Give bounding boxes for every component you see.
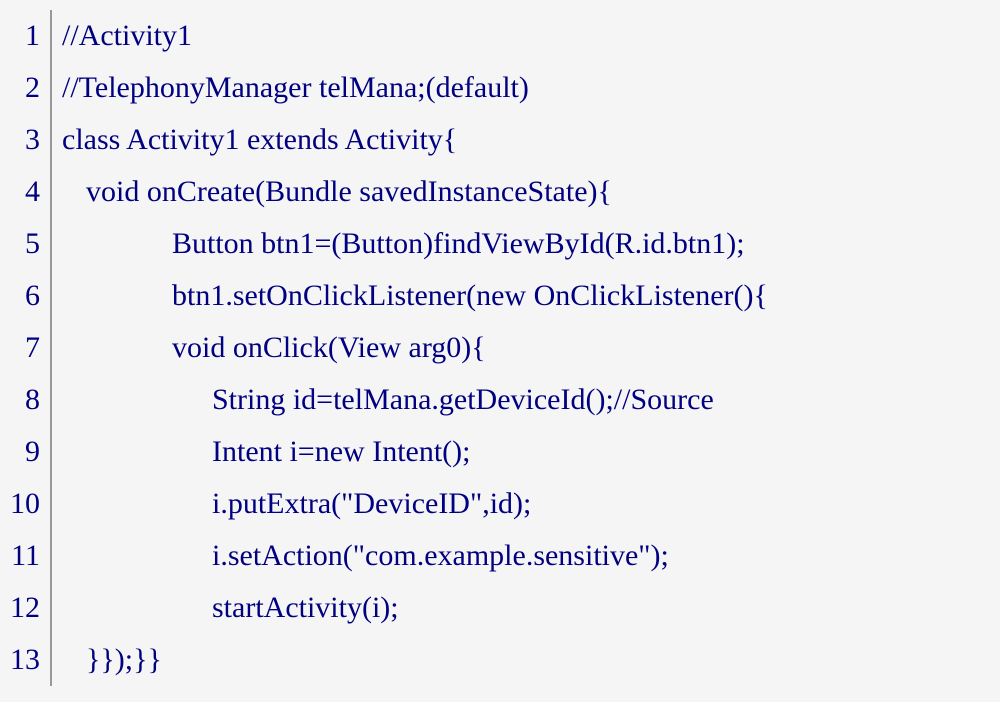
line-number: 7 [25,322,40,374]
code-line: startActivity(i); [62,582,768,634]
line-number: 6 [25,270,40,322]
code-line: Intent i=new Intent(); [62,426,768,478]
line-number: 9 [25,426,40,478]
code-line: //TelephonyManager telMana;(default) [62,62,768,114]
code-line: void onClick(View arg0){ [62,322,768,374]
code-line: Button btn1=(Button)findViewById(R.id.bt… [62,218,768,270]
code-content: //Activity1 //TelephonyManager telMana;(… [52,10,768,686]
code-line: }});}} [62,634,768,686]
line-number: 3 [25,114,40,166]
line-number: 1 [25,10,40,62]
line-numbers-gutter: 1 2 3 4 5 6 7 8 9 10 11 12 13 [10,10,52,686]
line-number: 11 [11,530,40,582]
line-number: 8 [25,374,40,426]
code-line: String id=telMana.getDeviceId();//Source [62,374,768,426]
line-number: 12 [10,582,40,634]
line-number: 2 [25,62,40,114]
line-number: 10 [10,478,40,530]
code-snippet: 1 2 3 4 5 6 7 8 9 10 11 12 13 //Activity… [10,10,990,686]
code-line: void onCreate(Bundle savedInstanceState)… [62,166,768,218]
line-number: 4 [25,166,40,218]
code-line: i.putExtra("DeviceID",id); [62,478,768,530]
code-line: i.setAction("com.example.sensitive"); [62,530,768,582]
code-line: //Activity1 [62,10,768,62]
code-line: btn1.setOnClickListener(new OnClickListe… [62,270,768,322]
line-number: 5 [25,218,40,270]
line-number: 13 [10,634,40,686]
code-line: class Activity1 extends Activity{ [62,114,768,166]
